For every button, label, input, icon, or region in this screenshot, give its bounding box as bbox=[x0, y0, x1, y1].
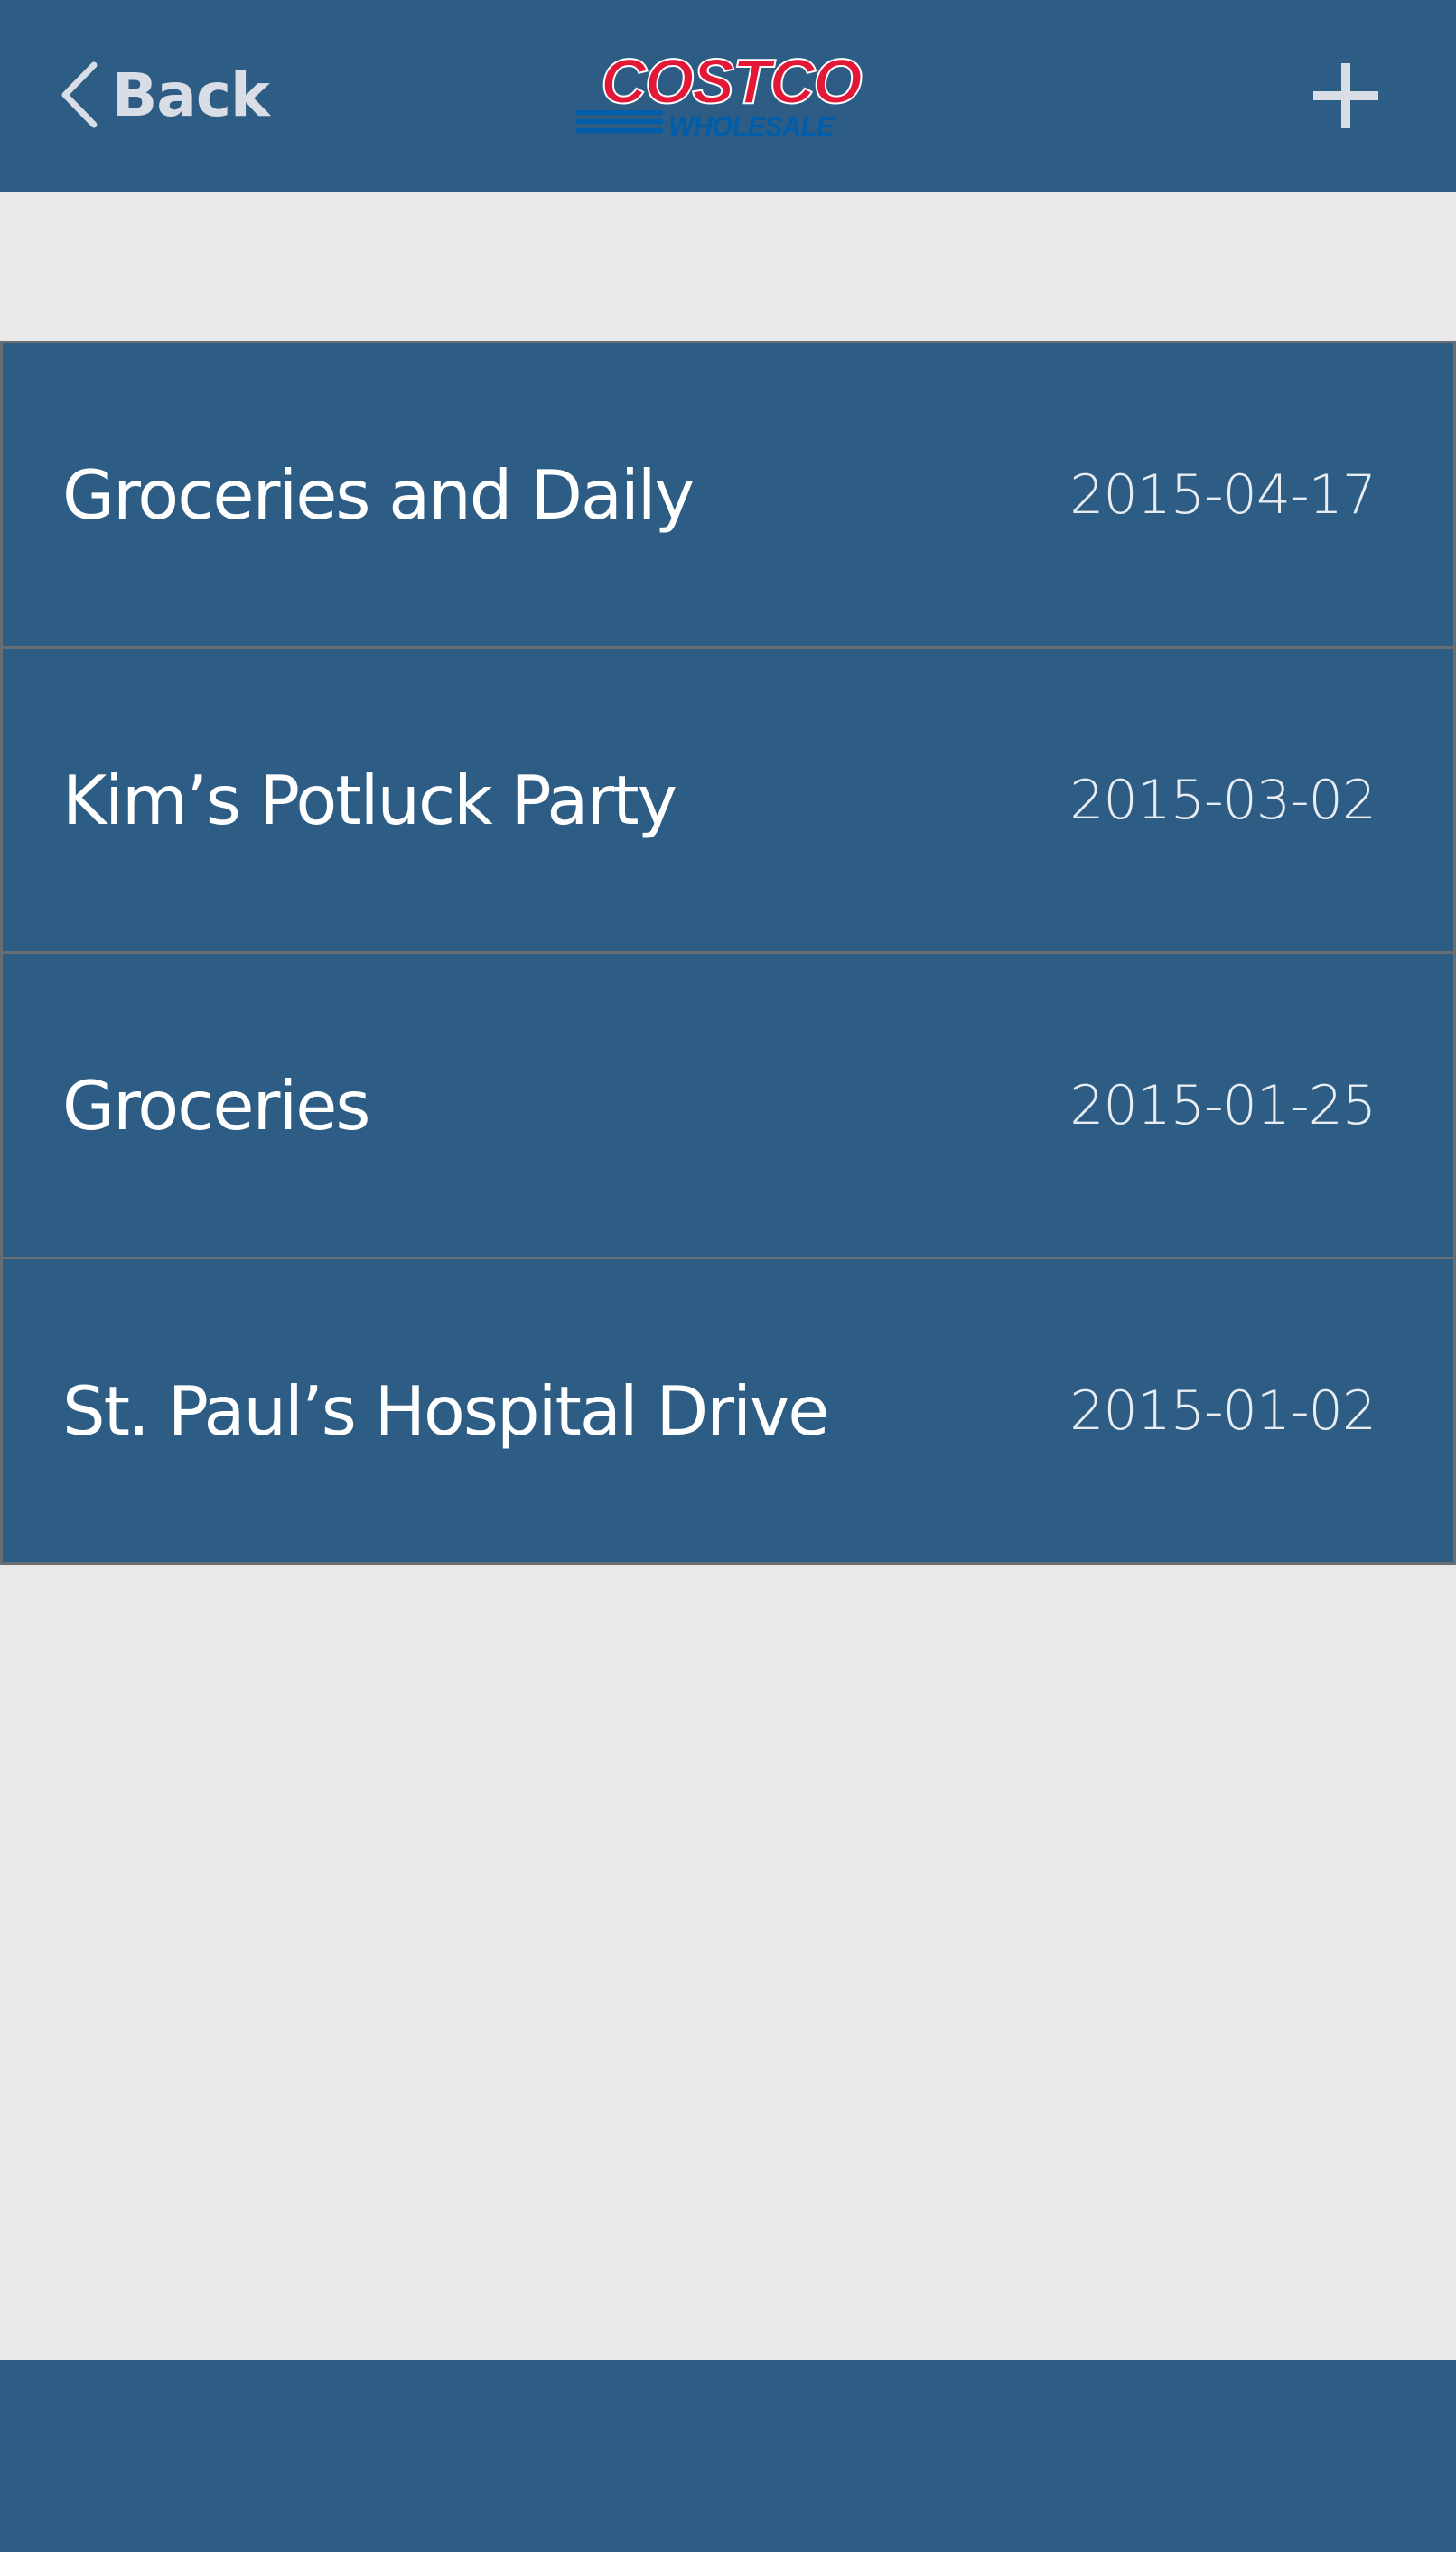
shopping-lists: Groceries and Daily 2015-04-17 Kim’s Pot… bbox=[0, 341, 1456, 1565]
list-item[interactable]: Groceries 2015-01-25 bbox=[0, 954, 1456, 1259]
footer-bar bbox=[0, 2360, 1456, 2552]
list-item-date: 2015-01-25 bbox=[1069, 1073, 1377, 1137]
list-item-title: Kim’s Potluck Party bbox=[62, 760, 677, 840]
header-bar: Back COSTCO WHOLESALE bbox=[0, 0, 1456, 192]
back-label: Back bbox=[112, 60, 270, 130]
list-item[interactable]: Groceries and Daily 2015-04-17 bbox=[0, 343, 1456, 649]
plus-icon bbox=[1311, 63, 1380, 134]
list-item-title: Groceries and Daily bbox=[62, 454, 695, 535]
logo-top-text: COSTCO bbox=[601, 47, 862, 117]
logo-bottom-text: WHOLESALE bbox=[668, 112, 835, 142]
chevron-left-icon bbox=[60, 61, 99, 128]
list-item-date: 2015-04-17 bbox=[1069, 463, 1377, 527]
list-item-title: Groceries bbox=[62, 1065, 370, 1145]
costco-logo: COSTCO WHOLESALE bbox=[574, 45, 887, 143]
list-item-date: 2015-01-02 bbox=[1069, 1379, 1377, 1443]
list-item[interactable]: St. Paul’s Hospital Drive 2015-01-02 bbox=[0, 1259, 1456, 1565]
add-list-button[interactable] bbox=[1311, 61, 1380, 130]
list-item-title: St. Paul’s Hospital Drive bbox=[62, 1370, 829, 1451]
back-button[interactable]: Back bbox=[60, 56, 270, 134]
list-item-date: 2015-03-02 bbox=[1069, 768, 1377, 832]
list-item[interactable]: Kim’s Potluck Party 2015-03-02 bbox=[0, 649, 1456, 954]
